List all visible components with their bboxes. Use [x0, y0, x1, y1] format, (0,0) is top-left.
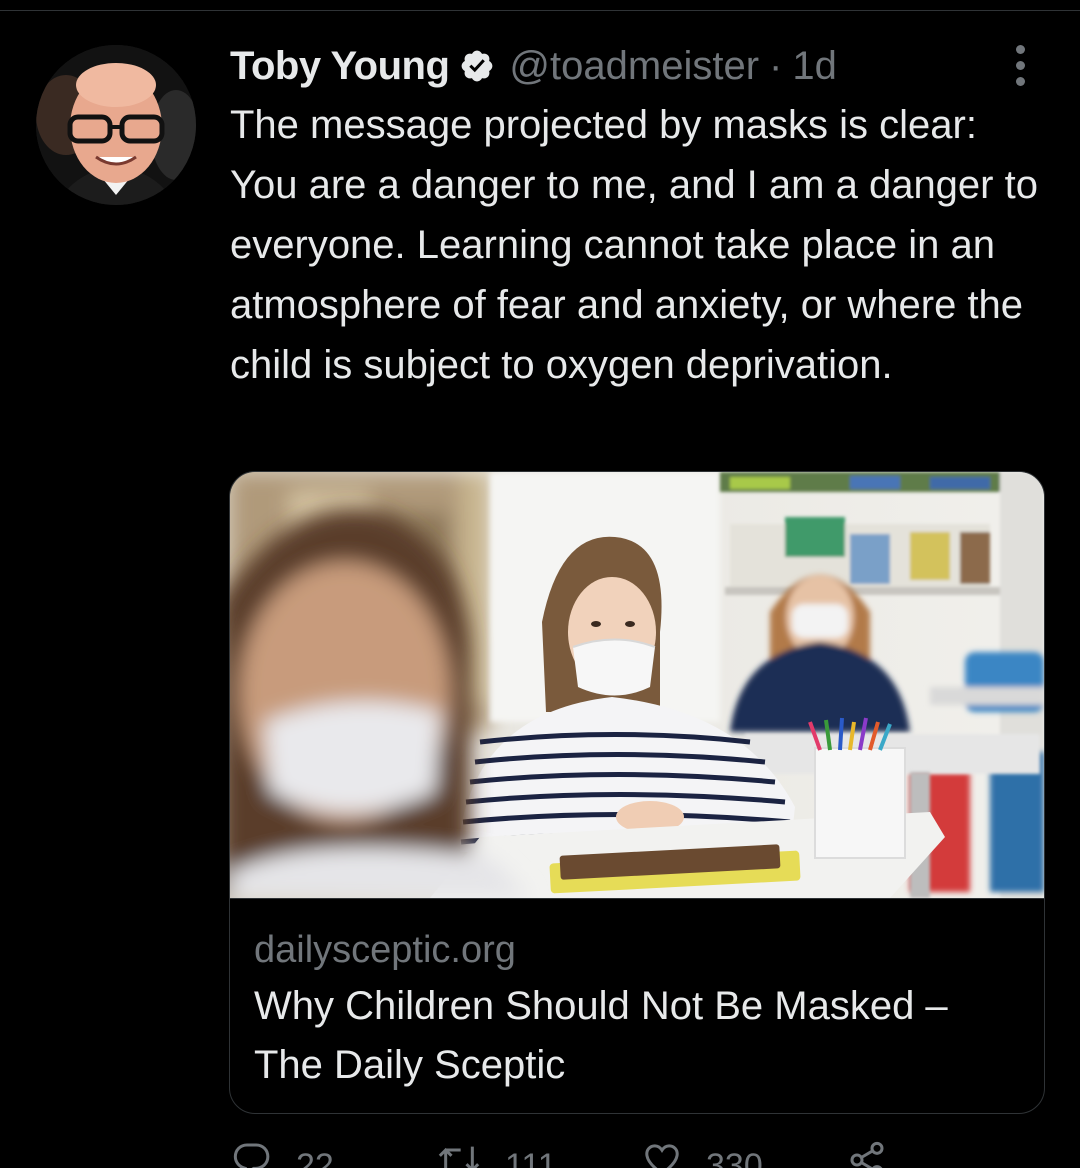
card-divider: [230, 898, 1044, 899]
link-card[interactable]: dailysceptic.org Why Children Should Not…: [229, 471, 1045, 1114]
tweet-text: The message projected by masks is clear:…: [230, 103, 1038, 387]
tweet-header: Toby Young @toadmeister · 1d: [230, 38, 837, 94]
more-options-icon[interactable]: [1000, 40, 1040, 90]
card-domain: dailysceptic.org: [254, 929, 516, 971]
timestamp[interactable]: 1d: [792, 38, 837, 94]
retweet-button[interactable]: 111: [435, 1140, 640, 1168]
like-count: 330: [706, 1147, 763, 1168]
avatar[interactable]: [36, 45, 196, 205]
tweet-actions: 22 111 330: [230, 1140, 1050, 1168]
verified-badge-icon: [462, 50, 493, 82]
author-name[interactable]: Toby Young: [230, 38, 450, 94]
retweet-count: 111: [505, 1147, 557, 1168]
share-icon: [850, 1141, 884, 1168]
reply-icon: [233, 1143, 270, 1168]
more-dot: [1015, 60, 1025, 70]
heart-icon: [645, 1144, 679, 1168]
retweet-icon: [438, 1146, 480, 1168]
author-handle[interactable]: @toadmeister: [509, 38, 759, 94]
reply-button[interactable]: 22: [230, 1140, 435, 1168]
card-image: [230, 472, 1044, 898]
avatar-image: [36, 45, 196, 205]
classroom-photo: [230, 472, 1044, 898]
more-dot: [1015, 76, 1025, 86]
top-divider: [0, 10, 1080, 11]
separator-dot: ·: [769, 44, 783, 88]
more-dot: [1015, 44, 1025, 54]
like-button[interactable]: 330: [640, 1140, 845, 1168]
share-button[interactable]: [845, 1140, 1050, 1168]
reply-count: 22: [296, 1147, 334, 1168]
card-title[interactable]: Why Children Should Not Be Masked – The …: [254, 977, 1024, 1095]
